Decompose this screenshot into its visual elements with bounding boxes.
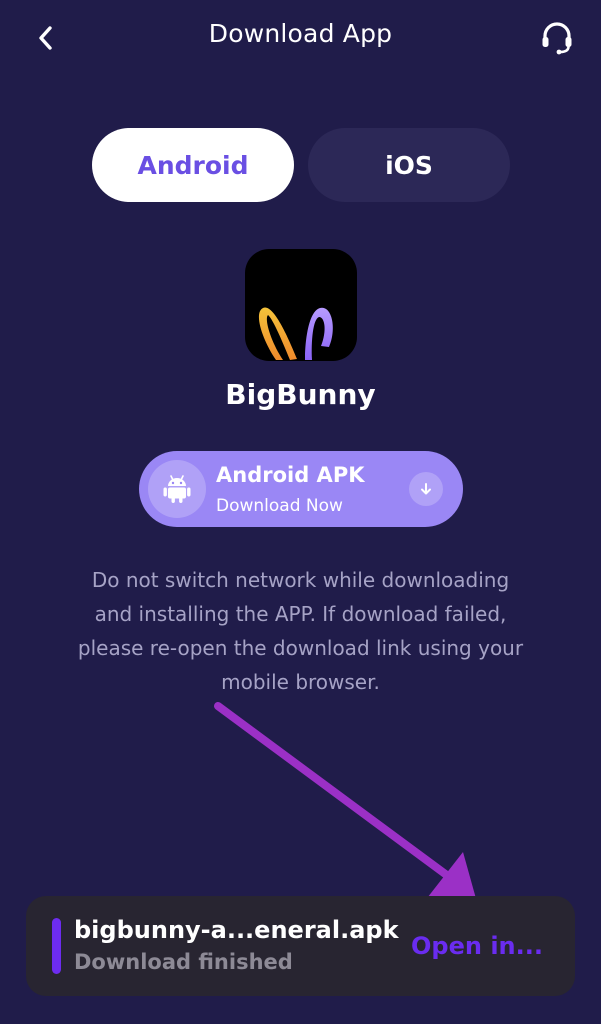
android-apk-download-button[interactable]: Android APK Download Now xyxy=(139,451,463,527)
app-icon xyxy=(245,249,357,361)
download-button-subtitle: Download Now xyxy=(216,496,343,516)
toast-status: Download finished xyxy=(74,950,293,974)
tab-ios[interactable]: iOS xyxy=(308,128,510,202)
app-name: BigBunny xyxy=(225,378,376,411)
download-toast: bigbunny-a...eneral.apk Download finishe… xyxy=(26,896,575,996)
tab-android[interactable]: Android xyxy=(92,128,294,202)
android-icon xyxy=(163,475,191,503)
toast-accent-bar xyxy=(52,918,61,974)
bunny-ears-logo xyxy=(258,307,333,360)
download-arrow-badge xyxy=(409,472,443,506)
toast-filename: bigbunny-a...eneral.apk xyxy=(74,916,399,944)
download-notice: Do not switch network while downloading … xyxy=(77,568,524,694)
page-title: Download App xyxy=(208,19,393,48)
header: Download App xyxy=(0,0,601,76)
download-button-title: Android APK xyxy=(216,463,365,487)
headset-icon xyxy=(542,22,572,55)
arrow-down-icon xyxy=(421,483,431,495)
android-icon-badge xyxy=(148,460,206,518)
support-button[interactable] xyxy=(535,16,579,60)
platform-tabs: Android iOS xyxy=(92,128,510,202)
open-in-button[interactable]: Open in... xyxy=(411,932,543,960)
